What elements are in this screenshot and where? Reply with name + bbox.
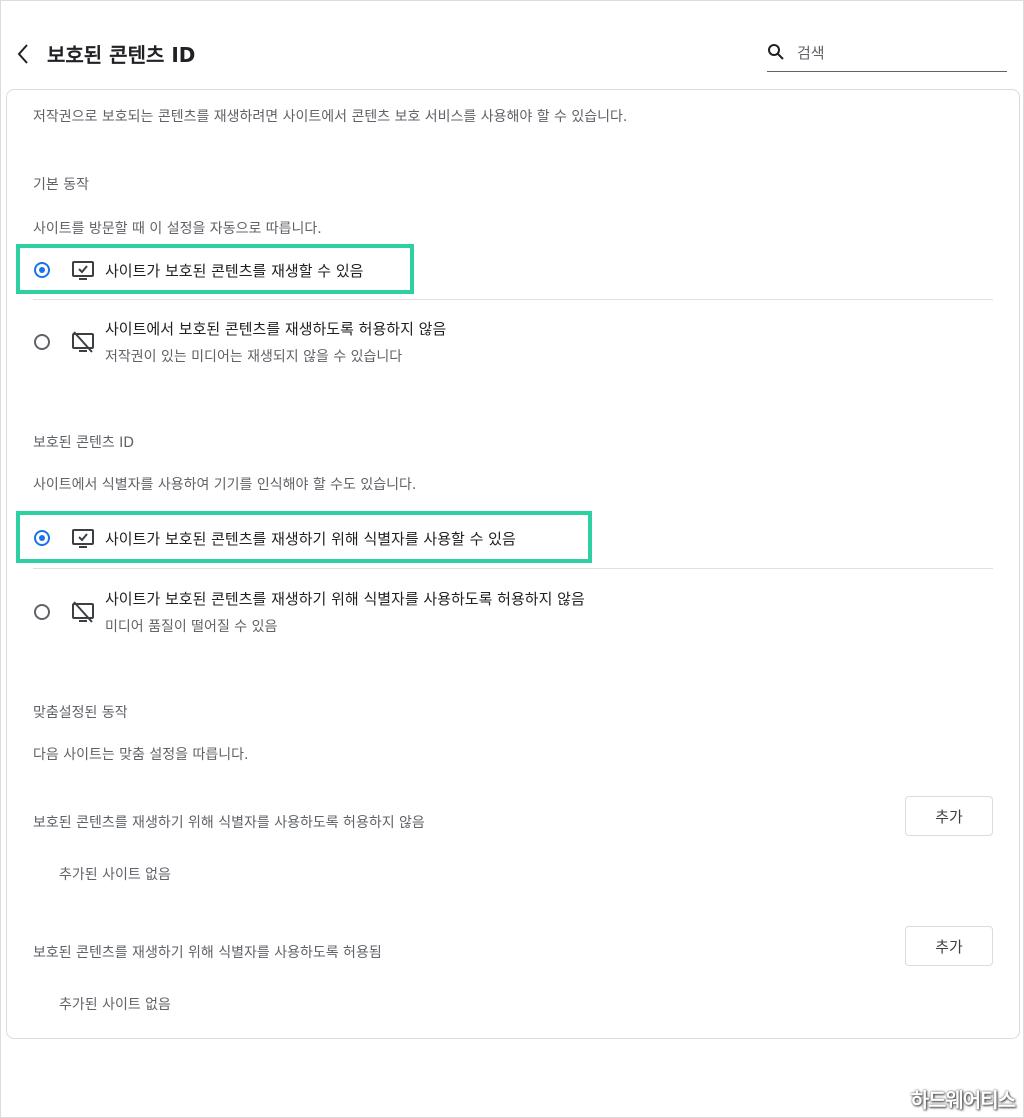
default-behavior-title: 기본 동작 (33, 177, 89, 193)
option-allow-identifier[interactable]: 사이트가 보호된 콘텐츠를 재생하기 위해 식별자를 사용할 수 있음 (105, 528, 516, 549)
back-arrow-icon[interactable] (13, 41, 35, 67)
divider (33, 568, 993, 569)
search-icon (768, 44, 784, 60)
divider (33, 299, 993, 300)
default-behavior-description: 사이트를 방문할 때 이 설정을 자동으로 따릅니다. (33, 221, 322, 237)
protected-id-title: 보호된 콘텐츠 ID (33, 435, 135, 451)
protected-content-icon (72, 529, 94, 548)
protected-content-icon (72, 261, 94, 280)
radio-allow-protected-content[interactable] (34, 262, 50, 278)
radio-allow-identifier[interactable] (34, 530, 50, 546)
search-input[interactable] (795, 39, 999, 67)
add-allow-site-button[interactable]: 추가 (905, 926, 993, 966)
option-allow-protected-content[interactable]: 사이트가 보호된 콘텐츠를 재생할 수 있음 (105, 260, 363, 281)
allow-list-label: 보호된 콘텐츠를 재생하기 위해 식별자를 사용하도록 허용됨 (33, 945, 382, 961)
radio-block-identifier[interactable] (34, 604, 50, 620)
add-block-site-button[interactable]: 추가 (905, 796, 993, 836)
option-block-protected-content-sub: 저작권이 있는 미디어는 재생되지 않을 수 있습니다 (105, 349, 403, 365)
intro-text: 저작권으로 보호되는 콘텐츠를 재생하려면 사이트에서 콘텐츠 보호 서비스를 … (33, 109, 628, 125)
page-title: 보호된 콘텐츠 ID (47, 43, 196, 67)
custom-behavior-description: 다음 사이트는 맞춤 설정을 따릅니다. (33, 747, 249, 763)
option-block-identifier-sub: 미디어 품질이 떨어질 수 있음 (105, 619, 278, 635)
page-header: 보호된 콘텐츠 ID (1, 1, 1023, 87)
option-block-identifier[interactable]: 사이트가 보호된 콘텐츠를 재생하기 위해 식별자를 사용하도록 허용하지 않음 (105, 588, 585, 609)
search-box[interactable] (767, 37, 1007, 72)
settings-page: 보호된 콘텐츠 ID 저작권으로 보호되는 콘텐츠를 재생하려면 사이트에서 콘… (0, 0, 1024, 1118)
block-list-label: 보호된 콘텐츠를 재생하기 위해 식별자를 사용하도록 허용하지 않음 (33, 815, 425, 831)
protected-content-off-icon (72, 331, 94, 353)
radio-block-protected-content[interactable] (34, 334, 50, 350)
settings-card: 저작권으로 보호되는 콘텐츠를 재생하려면 사이트에서 콘텐츠 보호 서비스를 … (6, 89, 1020, 1039)
block-list-empty: 추가된 사이트 없음 (59, 867, 171, 883)
protected-content-off-icon (72, 601, 94, 623)
option-block-protected-content[interactable]: 사이트에서 보호된 콘텐츠를 재생하도록 허용하지 않음 (105, 318, 446, 339)
protected-id-description: 사이트에서 식별자를 사용하여 기기를 인식해야 할 수도 있습니다. (33, 477, 417, 493)
watermark-logo: 하드웨어티스 (910, 1088, 1016, 1112)
allow-list-empty: 추가된 사이트 없음 (59, 997, 171, 1013)
custom-behavior-title: 맞춤설정된 동작 (33, 705, 128, 721)
